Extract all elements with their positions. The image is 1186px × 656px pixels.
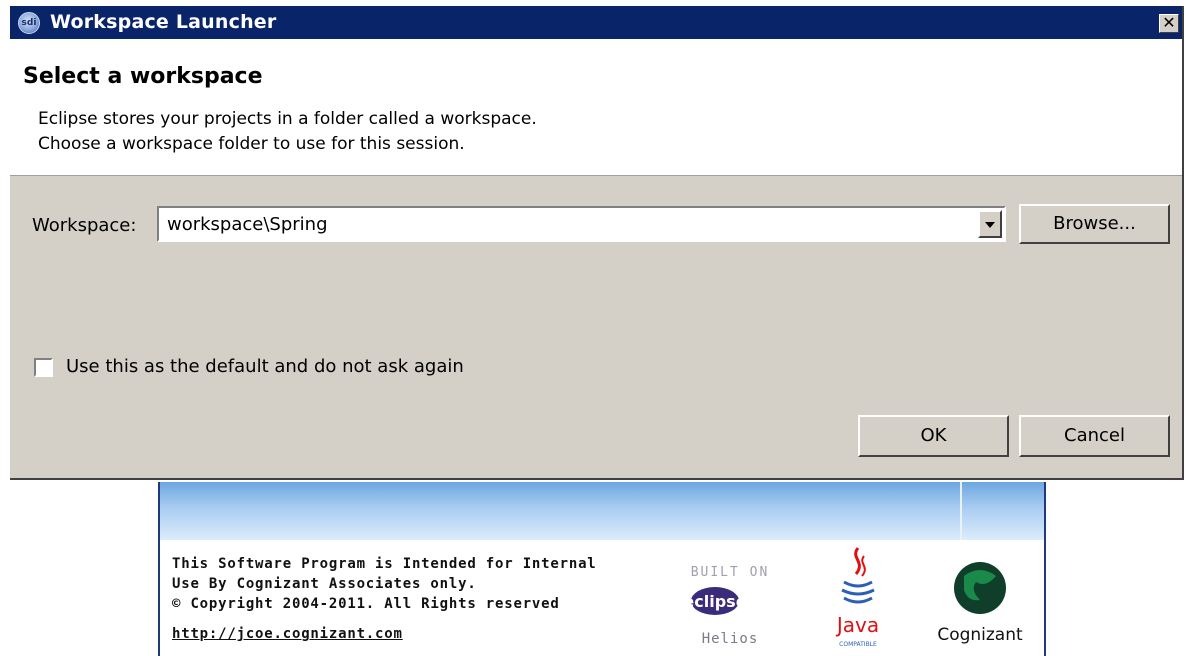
eclipse-logo: BUILT ON eclipse Helios: [683, 565, 770, 647]
workspace-label: Workspace:: [32, 215, 137, 236]
splash-line-1: This Software Program is Intended for In…: [172, 556, 597, 572]
description-line-2: Choose a workspace folder to use for thi…: [38, 134, 465, 154]
cognizant-globe: [954, 562, 1006, 614]
workspace-combo[interactable]: [157, 206, 1006, 242]
cognizant-logo: Cognizant: [937, 562, 1023, 645]
java-logo: Java COMPATIBLE: [835, 547, 879, 648]
java-word-text: Java: [835, 613, 879, 637]
workspace-launcher-dialog: sdi Workspace Launcher ✕ Select a worksp…: [10, 6, 1184, 480]
cognizant-word-text: Cognizant: [937, 625, 1023, 645]
app-icon: sdi: [18, 12, 40, 34]
eclipse-release-text: Helios: [702, 631, 759, 647]
java-steam-2: [861, 555, 866, 577]
splash-link[interactable]: http://jcoe.cognizant.com: [172, 626, 403, 642]
window-title: Workspace Launcher: [50, 11, 277, 33]
dialog-header: Select a workspace Eclipse stores your p…: [10, 39, 1182, 176]
close-icon[interactable]: ✕: [1159, 14, 1179, 33]
page-title: Select a workspace: [23, 64, 263, 89]
default-workspace-checkbox[interactable]: [34, 358, 53, 377]
workspace-input[interactable]: [161, 210, 981, 238]
header-description: Eclipse stores your projects in a folder…: [38, 107, 537, 157]
description-line-1: Eclipse stores your projects in a folder…: [38, 109, 537, 129]
java-steam: [854, 547, 861, 575]
ok-button[interactable]: OK: [858, 415, 1009, 457]
default-workspace-checkbox-label[interactable]: Use this as the default and do not ask a…: [66, 356, 464, 377]
splash-screen: This Software Program is Intended for In…: [158, 482, 1046, 656]
chevron-down-icon[interactable]: [978, 210, 1002, 238]
eclipse-word-text: eclipse: [683, 592, 746, 611]
java-cup-1: [843, 580, 873, 588]
eclipse-built-on-text: BUILT ON: [691, 565, 770, 580]
splash-line-2: Use By Cognizant Associates only.: [172, 576, 477, 592]
title-bar[interactable]: sdi Workspace Launcher ✕: [10, 6, 1182, 39]
java-sub-text: COMPATIBLE: [839, 641, 877, 648]
cancel-button[interactable]: Cancel: [1019, 415, 1170, 457]
splash-notice: This Software Program is Intended for In…: [172, 554, 597, 614]
java-cup-2: [841, 588, 875, 596]
splash-banner: [160, 482, 1044, 540]
splash-line-3: © Copyright 2004-2011. All Rights reserv…: [172, 596, 560, 612]
java-cup-3: [843, 596, 873, 604]
browse-button[interactable]: Browse...: [1019, 204, 1170, 244]
